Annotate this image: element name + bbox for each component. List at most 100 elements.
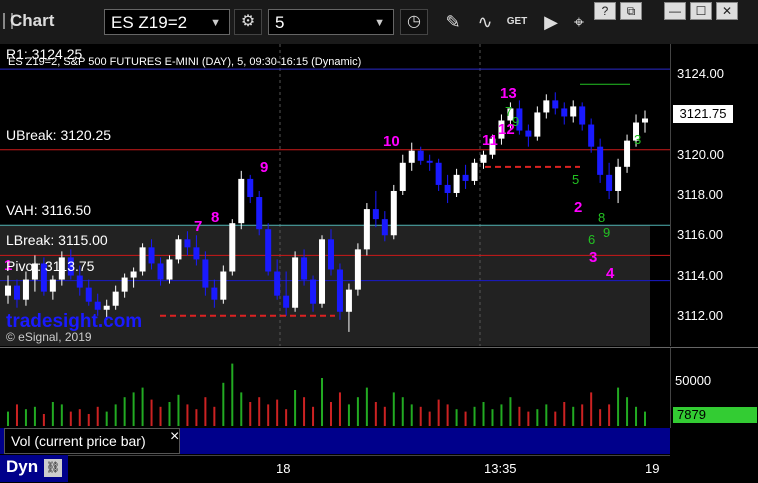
get-icon[interactable]: GET [504, 10, 530, 34]
volume-bar [150, 399, 153, 426]
minimize-button[interactable]: — [664, 2, 686, 20]
ubreak-label: UBreak: 3120.25 [6, 127, 112, 143]
candle-body [615, 166, 622, 191]
candle-body [471, 162, 478, 181]
setup-marker: 3 [634, 132, 641, 147]
pivot-label: Pivot: 3113.75 [6, 258, 95, 274]
candle-body [417, 150, 424, 161]
count-marker: 11 [482, 132, 498, 149]
volume-current-tag: 7879 [673, 407, 757, 423]
symbol-value: ES Z19=2 [111, 13, 188, 32]
time-axis[interactable]: 18 13:35 19 [0, 455, 670, 483]
candle-body [642, 118, 648, 123]
link-icon[interactable]: ⛓ [44, 459, 62, 477]
candle-body [166, 259, 173, 280]
volume-bar [527, 411, 530, 426]
volume-bar [96, 406, 99, 426]
help-button[interactable]: ? [594, 2, 616, 20]
symbol-field[interactable]: ES Z19=2 ▼ [104, 9, 230, 35]
candle-body [148, 247, 155, 264]
volume-bar [231, 363, 234, 426]
time-label-1335: 13:35 [484, 461, 517, 476]
price-tick: 3120.00 [677, 146, 724, 162]
volume-bar [285, 409, 288, 426]
volume-bar [114, 404, 117, 426]
volume-bar [33, 406, 36, 426]
r1-label: R1: 3124.25 [6, 46, 83, 62]
volume-bar [168, 402, 171, 426]
volume-pane[interactable] [0, 347, 670, 428]
candle-body [408, 150, 415, 163]
volume-bar [545, 404, 548, 426]
candle-body [543, 100, 550, 113]
maximize-button[interactable]: ☐ [690, 2, 712, 20]
volume-bar [78, 409, 81, 426]
candle-body [480, 154, 487, 163]
time-label-19: 19 [645, 461, 660, 476]
volume-bar [240, 392, 243, 426]
price-pane[interactable]: 9 10 7 8 13 11 12 2 3 4 1 7 9 5 6 8 9 3 [0, 44, 670, 346]
candle-body [444, 184, 451, 193]
candle-body [220, 271, 227, 300]
volume-bar [392, 392, 395, 426]
volume-bar [500, 404, 503, 426]
dyn-label: Dyn [6, 457, 39, 476]
play-icon[interactable]: ▶ [538, 10, 564, 34]
candle-body [5, 285, 11, 296]
chart-toolbar: Chart ES Z19=2 ▼ ⚙ 5 ▼ ◷ ✎ ∿ GET ▶ ⌖ ? ⧉… [0, 0, 758, 45]
candle-body [274, 271, 281, 296]
candle-body [354, 249, 361, 290]
vah-label: VAH: 3116.50 [6, 202, 92, 218]
volume-bar [186, 404, 189, 426]
study-label[interactable]: Vol (current price bar) [4, 428, 180, 454]
volume-bar [204, 397, 207, 426]
price-chart-svg[interactable]: 9107813111223417956893 [0, 44, 670, 346]
clock-icon[interactable]: ◷ [400, 9, 428, 35]
volume-bar [105, 411, 108, 426]
volume-axis[interactable]: 50000 7879 [670, 347, 758, 428]
dyn-box[interactable]: Dyn ⛓ [0, 455, 68, 482]
restore-button[interactable]: ⧉ [620, 2, 642, 20]
volume-bar [608, 404, 611, 426]
count-marker: 2 [574, 199, 582, 216]
candle-body [211, 287, 218, 300]
volume-bar [321, 378, 324, 426]
cursor-icon[interactable]: ⌖ [566, 10, 592, 34]
candle-body [552, 100, 559, 109]
volume-bar [132, 392, 135, 426]
price-axis[interactable]: 3124.003122.003120.003118.003116.003114.… [670, 44, 758, 346]
candle-body [265, 229, 272, 272]
interval-field[interactable]: 5 ▼ [268, 9, 394, 35]
chevron-down-icon[interactable]: ▼ [374, 10, 385, 36]
volume-bar [195, 409, 198, 426]
setup-marker: 5 [572, 172, 579, 187]
candle-body [561, 108, 568, 117]
close-icon[interactable]: × [170, 428, 179, 446]
price-tick: 3116.00 [677, 227, 724, 243]
candle-body [49, 279, 56, 292]
volume-bar [329, 402, 332, 426]
count-marker: 10 [383, 133, 400, 150]
count-marker: 7 [194, 218, 202, 235]
volume-bar [491, 409, 494, 426]
volume-bar [428, 411, 431, 426]
candle-body [579, 106, 586, 125]
count-marker: 3 [589, 249, 597, 266]
gear-icon[interactable]: ⚙ [234, 9, 262, 35]
volume-bar [464, 411, 467, 426]
volume-bar [473, 406, 476, 426]
volume-bar [51, 402, 54, 426]
volume-bar [276, 399, 279, 426]
volume-bar [635, 406, 638, 426]
copyright: © eSignal, 2019 [6, 330, 92, 344]
indicator-icon[interactable]: ∿ [472, 10, 498, 34]
chevron-down-icon[interactable]: ▼ [210, 10, 221, 36]
pencil-icon[interactable]: ✎ [440, 10, 466, 34]
candle-body [112, 291, 119, 306]
candle-body [202, 259, 209, 288]
volume-bar [590, 392, 593, 426]
volume-bar [599, 409, 602, 426]
candle-body [381, 219, 388, 236]
close-button[interactable]: ✕ [716, 2, 738, 20]
volume-bar [87, 414, 90, 426]
